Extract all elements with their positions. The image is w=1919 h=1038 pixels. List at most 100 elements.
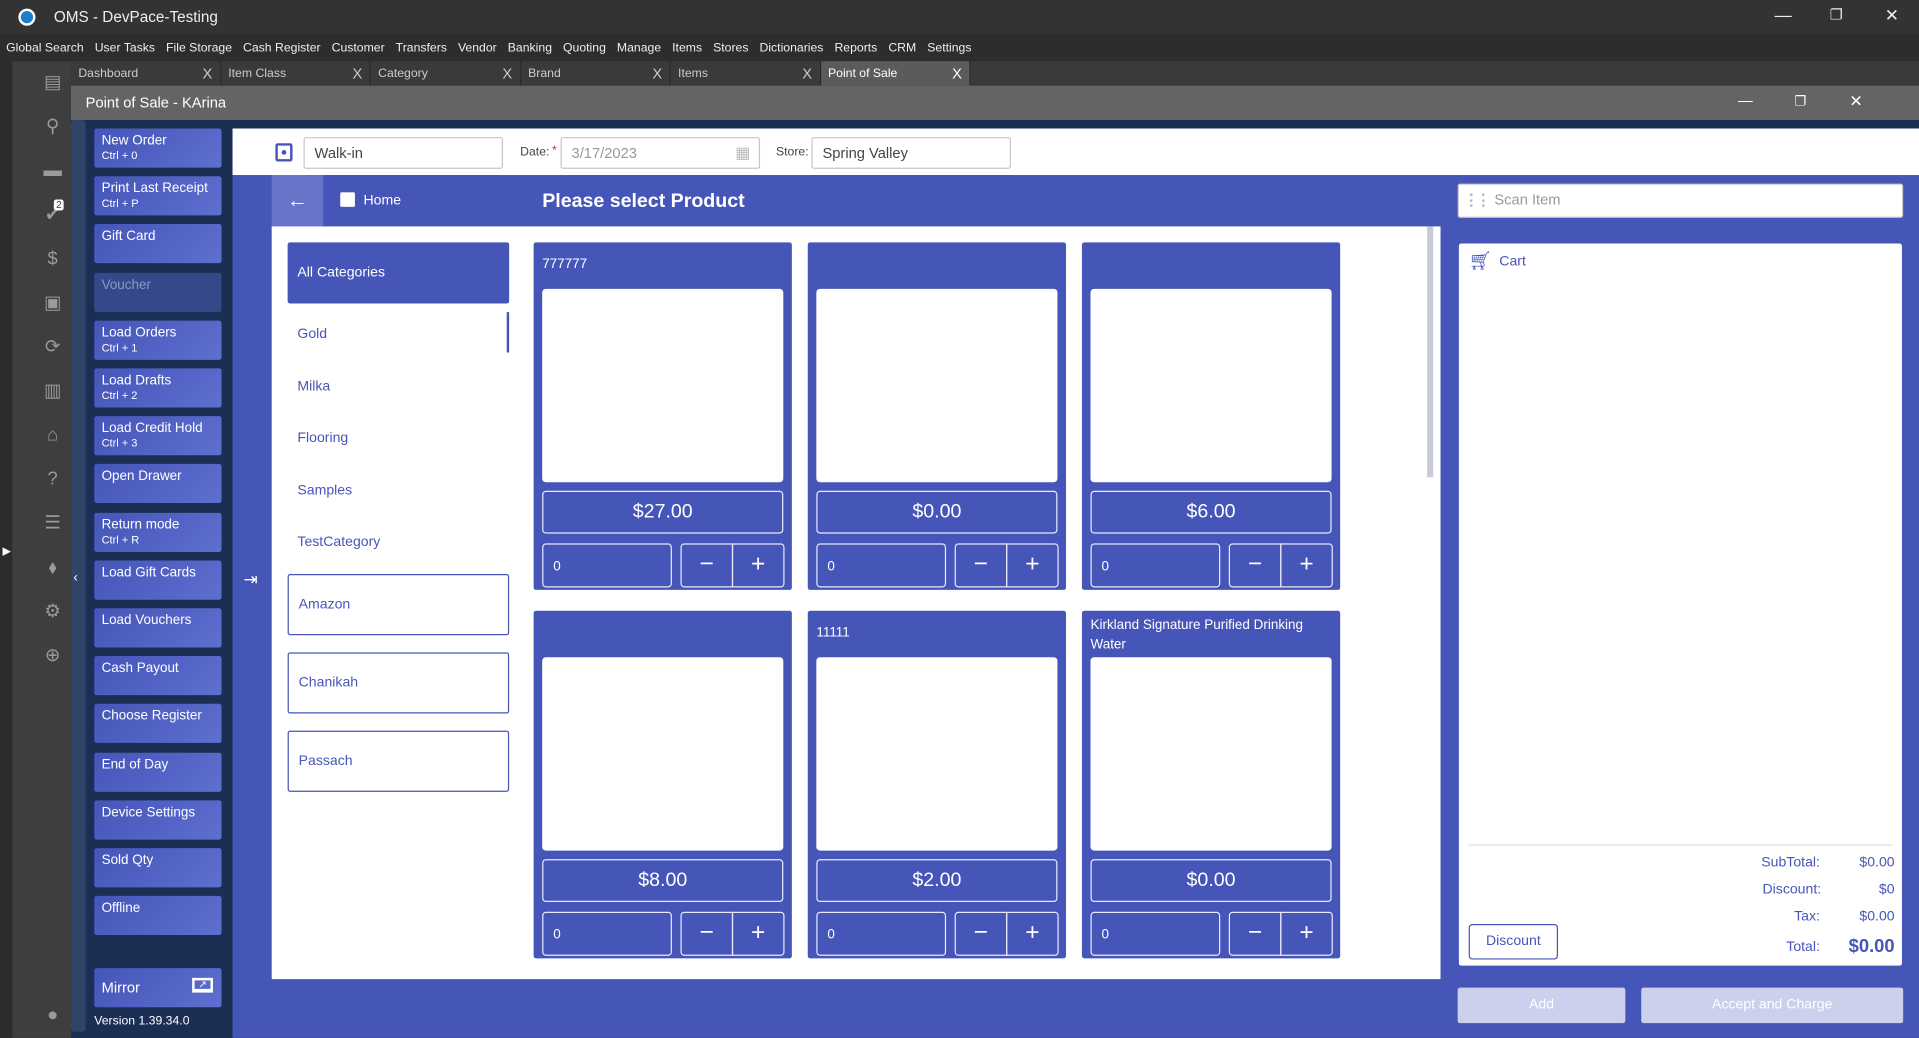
contact-icon[interactable]: ▣ — [42, 293, 64, 315]
close-icon[interactable]: X — [802, 65, 812, 82]
menu-item-items[interactable]: Items — [672, 41, 702, 54]
customer-icon[interactable]: ● — [275, 143, 293, 162]
action-cash-payout-button[interactable]: Cash Payout — [94, 656, 222, 696]
user-icon[interactable]: ● — [42, 1005, 64, 1027]
folder-icon[interactable]: ▬ — [42, 160, 64, 182]
menu-item-stores[interactable]: Stores — [713, 41, 748, 54]
menu-item-global-search[interactable]: Global Search — [6, 41, 84, 54]
action-load-drafts-button[interactable]: Load Drafts Ctrl + 2 — [94, 368, 222, 408]
product-price-button[interactable]: $27.00 — [542, 490, 784, 534]
menu-item-file-storage[interactable]: File Storage — [166, 41, 232, 54]
collapse-categories-icon[interactable]: ⇥ — [244, 569, 258, 590]
menu-item-user-tasks[interactable]: User Tasks — [95, 41, 155, 54]
product-card[interactable]: $0.00 0− + — [807, 242, 1067, 590]
product-image[interactable] — [816, 288, 1058, 483]
rail-expand-icon[interactable]: ▶ — [2, 545, 10, 558]
close-icon[interactable]: X — [952, 65, 962, 82]
mirror-button[interactable]: Mirror ↗ — [94, 968, 222, 1008]
clipboard-icon[interactable]: ☰ — [42, 513, 64, 535]
product-image[interactable] — [1090, 657, 1332, 851]
restore-button[interactable]: ❐ — [1830, 6, 1843, 23]
tag-icon[interactable]: ⬧ — [42, 557, 64, 579]
product-card[interactable]: $6.00 0− + — [1081, 242, 1341, 590]
tab-dashboard[interactable]: Dashboard X — [71, 61, 221, 86]
action-choose-register-button[interactable]: Choose Register — [94, 704, 222, 744]
decrement-button[interactable]: − — [954, 911, 1008, 956]
action-load-orders-button[interactable]: Load Orders Ctrl + 1 — [94, 320, 222, 360]
store-icon[interactable]: ▥ — [42, 381, 64, 403]
quantity-input[interactable]: 0 — [1090, 911, 1221, 956]
menu-item-quoting[interactable]: Quoting — [563, 41, 606, 54]
product-card[interactable]: Kirkland Signature Purified Drinking Wat… — [1081, 610, 1341, 959]
product-card[interactable]: 11111 $2.00 0− + — [807, 610, 1067, 959]
window-minimize-button[interactable]: — — [1738, 92, 1753, 109]
chevron-left-icon[interactable]: ‹ — [73, 570, 77, 585]
scan-item-input[interactable]: Scan Item — [1457, 183, 1904, 218]
product-price-button[interactable]: $0.00 — [1090, 859, 1332, 903]
quantity-input[interactable]: 0 — [816, 543, 947, 588]
quantity-input[interactable]: 0 — [1090, 543, 1221, 588]
customer-field[interactable]: Walk-in — [303, 137, 504, 169]
product-price-button[interactable]: $0.00 — [816, 490, 1058, 534]
increment-button[interactable]: + — [1006, 543, 1059, 588]
product-price-button[interactable]: $6.00 — [1090, 490, 1332, 534]
action-gift-card-button[interactable]: Gift Card — [94, 224, 222, 264]
home-breadcrumb[interactable]: Home — [363, 193, 401, 208]
scrollbar[interactable] — [1427, 226, 1434, 478]
tab-category[interactable]: Category X — [371, 61, 521, 86]
menu-item-settings[interactable]: Settings — [927, 41, 971, 54]
menu-item-transfers[interactable]: Transfers — [396, 41, 447, 54]
category-passach[interactable]: Passach — [287, 730, 510, 792]
close-icon[interactable]: X — [652, 65, 662, 82]
product-image[interactable] — [1090, 288, 1332, 483]
action-new-order-button[interactable]: New Order Ctrl + 0 — [94, 128, 222, 168]
increment-button[interactable]: + — [731, 543, 785, 588]
product-card[interactable]: 777777 $27.00 0− + — [533, 242, 792, 590]
collapse-strip[interactable]: ‹ — [70, 119, 86, 1032]
menu-item-cash-register[interactable]: Cash Register — [243, 41, 321, 54]
menu-item-dictionaries[interactable]: Dictionaries — [759, 41, 823, 54]
menu-item-banking[interactable]: Banking — [508, 41, 552, 54]
category-testcategory[interactable]: TestCategory — [288, 520, 510, 564]
close-icon[interactable]: X — [203, 65, 213, 82]
minimize-button[interactable]: — — [1775, 5, 1792, 25]
action-open-drawer-button[interactable]: Open Drawer — [94, 464, 222, 504]
search-icon[interactable]: ⚲ — [42, 116, 64, 138]
decrement-button[interactable]: − — [680, 911, 734, 956]
category-milka[interactable]: Milka — [288, 365, 510, 409]
window-close-button[interactable]: ✕ — [1849, 92, 1862, 112]
increment-button[interactable]: + — [1280, 543, 1333, 588]
accept-and-charge-button[interactable]: Accept and Charge — [1641, 987, 1904, 1024]
quantity-input[interactable]: 0 — [816, 911, 947, 956]
action-return-mode-button[interactable]: Return mode Ctrl + R — [94, 512, 222, 552]
menu-item-vendor[interactable]: Vendor — [458, 41, 497, 54]
menu-item-manage[interactable]: Manage — [617, 41, 661, 54]
close-icon[interactable]: X — [352, 65, 362, 82]
product-card[interactable]: $8.00 0− + — [533, 610, 792, 959]
bank-icon[interactable]: ⌂ — [42, 425, 64, 447]
product-image[interactable] — [816, 657, 1058, 851]
product-price-button[interactable]: $8.00 — [542, 859, 784, 903]
category-flooring[interactable]: Flooring — [288, 416, 510, 460]
decrement-button[interactable]: − — [1228, 543, 1282, 588]
increment-button[interactable]: + — [1006, 911, 1059, 956]
decrement-button[interactable]: − — [954, 543, 1008, 588]
product-price-button[interactable]: $2.00 — [816, 859, 1058, 903]
discount-button[interactable]: Discount — [1468, 924, 1559, 960]
category-samples[interactable]: Samples — [288, 469, 510, 513]
calendar-icon[interactable]: ▦ — [735, 143, 750, 163]
product-image[interactable] — [542, 288, 784, 483]
decrement-button[interactable]: − — [680, 543, 734, 588]
quantity-input[interactable]: 0 — [542, 543, 672, 588]
window-restore-button[interactable]: ❐ — [1794, 93, 1806, 109]
product-image[interactable] — [542, 657, 784, 851]
action-end-of-day-button[interactable]: End of Day — [94, 752, 222, 792]
transfer-icon[interactable]: ⟳ — [42, 337, 64, 359]
tab-point-of-sale[interactable]: Point of Sale X — [820, 61, 971, 86]
action-device-settings-button[interactable]: Device Settings — [94, 800, 222, 840]
tab-brand[interactable]: Brand X — [521, 61, 671, 86]
action-offline-button[interactable]: Offline — [94, 896, 222, 936]
increment-button[interactable]: + — [731, 911, 785, 956]
action-load-vouchers-button[interactable]: Load Vouchers — [94, 608, 222, 648]
menu-item-crm[interactable]: CRM — [888, 41, 916, 54]
